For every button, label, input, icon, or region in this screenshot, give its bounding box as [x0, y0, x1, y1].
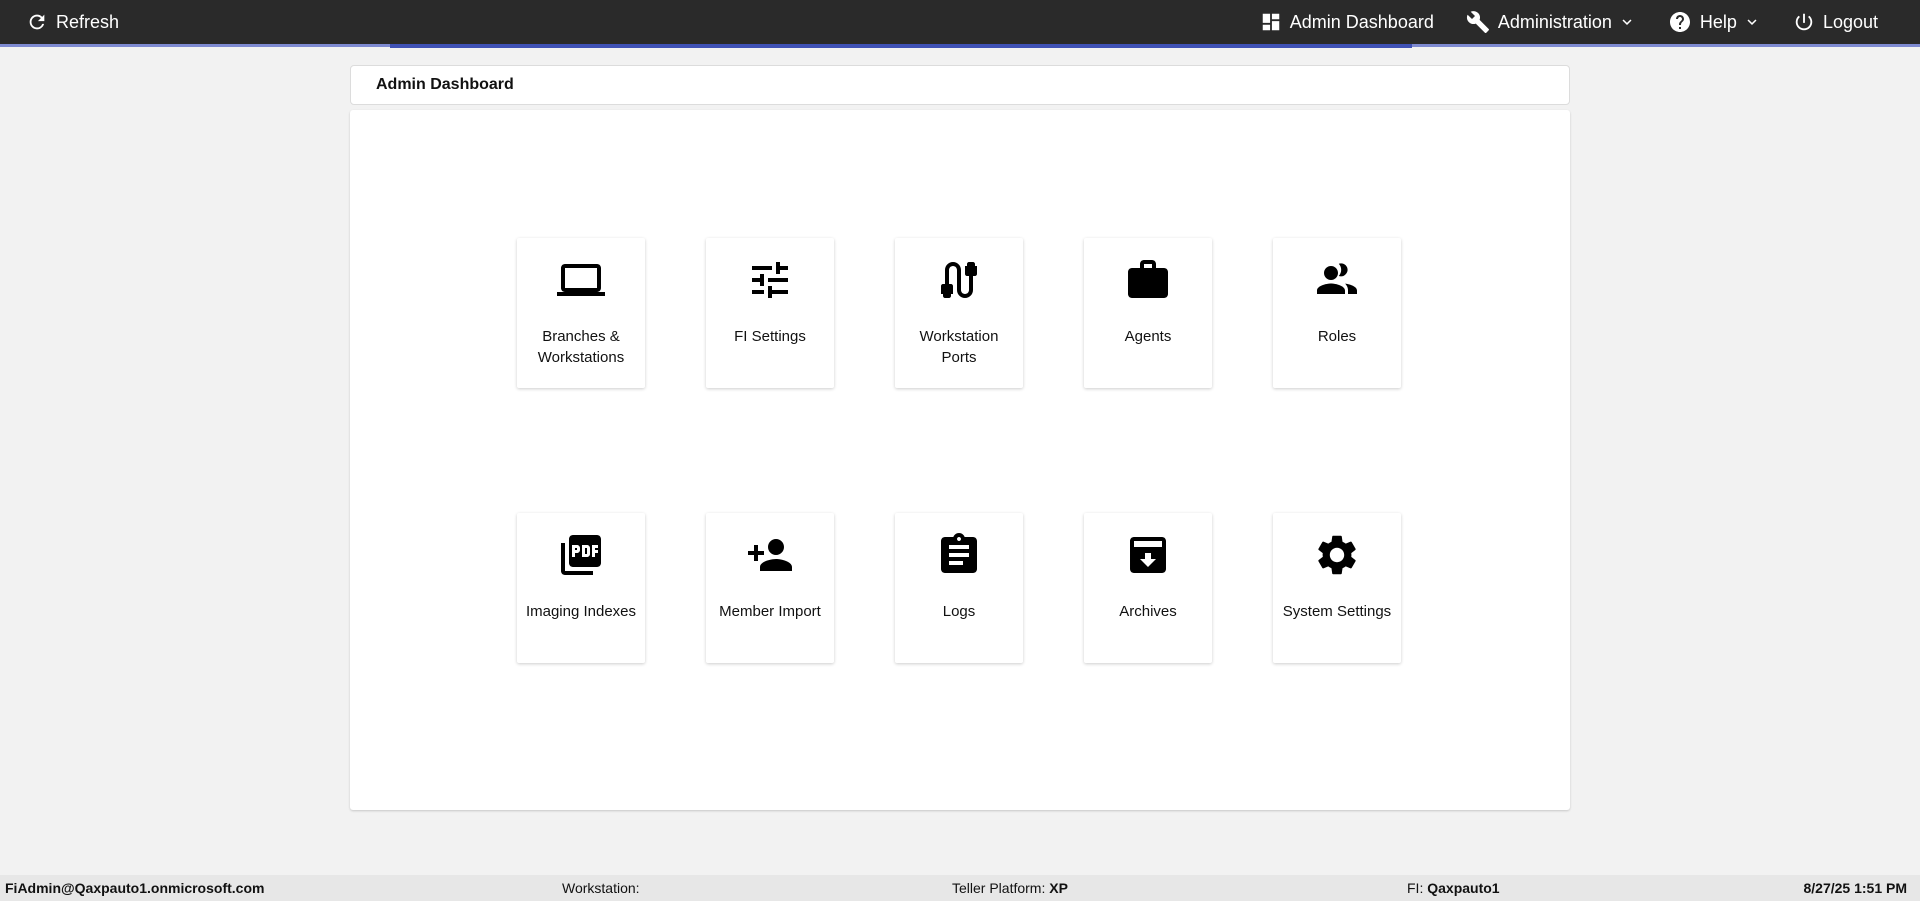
help-menu-button[interactable]: Help	[1652, 0, 1777, 44]
administration-menu-button[interactable]: Administration	[1450, 0, 1652, 44]
people-icon	[1317, 263, 1357, 294]
status-user: FiAdmin@Qaxpauto1.onmicrosoft.com	[5, 880, 265, 896]
cable-ports-icon	[941, 262, 977, 298]
tile-agents[interactable]: Agents	[1084, 238, 1212, 388]
tile-label: Member Import	[719, 603, 821, 620]
tile-label: Workstation Ports	[919, 328, 999, 366]
help-icon	[1669, 12, 1690, 32]
tile-member-import[interactable]: Member Import	[706, 513, 834, 663]
dashboard-icon	[1262, 13, 1280, 31]
power-icon	[1795, 13, 1813, 31]
tile-logs[interactable]: Logs	[895, 513, 1023, 663]
logout-button[interactable]: Logout	[1777, 0, 1894, 44]
tile-system-settings[interactable]: System Settings	[1273, 513, 1401, 663]
tile-label: Agents	[1124, 328, 1172, 345]
status-bar: FiAdmin@Qaxpauto1.onmicrosoft.com Workst…	[0, 875, 1920, 901]
status-datetime: 8/27/25 1:51 PM	[1803, 880, 1907, 896]
tile-branches-workstations[interactable]: Branches & Workstations	[517, 238, 645, 388]
page-title: Admin Dashboard	[376, 76, 514, 93]
tile-archives[interactable]: Archives	[1084, 513, 1212, 663]
status-workstation: Workstation:	[562, 880, 640, 896]
briefcase-icon	[1128, 260, 1168, 298]
person-add-icon	[748, 539, 792, 571]
tile-label: Logs	[942, 603, 976, 620]
help-menu-label: Help	[1699, 11, 1737, 32]
status-teller-platform-value: XP	[1049, 880, 1068, 896]
clipboard-icon	[941, 533, 977, 573]
tile-imaging-indexes[interactable]: Imaging Indexes	[517, 513, 645, 663]
tile-label: FI Settings	[734, 328, 806, 345]
chevron-down-icon	[1622, 19, 1632, 25]
tile-roles[interactable]: Roles	[1273, 238, 1401, 388]
administration-menu-label: Administration	[1497, 11, 1612, 32]
status-fi-value: Qaxpauto1	[1427, 880, 1500, 896]
tile-label: System Settings	[1282, 603, 1392, 620]
page-title-card: Admin Dashboard	[350, 65, 1570, 105]
status-teller-platform-label: Teller Platform:	[952, 880, 1046, 896]
status-teller-platform: Teller Platform: XP	[952, 880, 1068, 896]
tile-label: Roles	[1317, 328, 1357, 345]
refresh-icon	[29, 14, 45, 30]
laptop-icon	[557, 264, 605, 296]
tile-workstation-ports[interactable]: Workstation Ports	[895, 238, 1023, 388]
refresh-button[interactable]: Refresh	[12, 0, 133, 44]
pdf-icon	[561, 535, 601, 575]
loading-progress-bar	[390, 44, 1412, 48]
tile-label: Archives	[1119, 603, 1177, 620]
admin-dashboard-panel: Branches & Workstations FI Settings Work…	[350, 110, 1570, 810]
admin-dashboard-nav-button[interactable]: Admin Dashboard	[1244, 0, 1450, 44]
chevron-down-icon	[1747, 19, 1757, 25]
status-workstation-label: Workstation:	[562, 880, 640, 896]
status-fi-label: FI:	[1407, 880, 1424, 896]
wrench-icon	[1466, 11, 1489, 33]
top-navigation-bar: Refresh Admin Dashboard Administration H…	[0, 0, 1920, 44]
refresh-label: Refresh	[56, 11, 120, 32]
tile-label: Imaging Indexes	[525, 603, 637, 620]
logout-label: Logout	[1822, 11, 1878, 32]
tile-fi-settings[interactable]: FI Settings	[706, 238, 834, 388]
top-nav-right: Admin Dashboard Administration Help Logo…	[1244, 0, 1894, 44]
gear-icon	[1318, 535, 1356, 575]
archive-icon	[1130, 537, 1166, 573]
status-fi: FI: Qaxpauto1	[1407, 880, 1500, 896]
tile-label: Branches & Workstations	[537, 328, 625, 366]
tune-sliders-icon	[752, 262, 788, 298]
admin-dashboard-nav-label: Admin Dashboard	[1289, 11, 1434, 32]
